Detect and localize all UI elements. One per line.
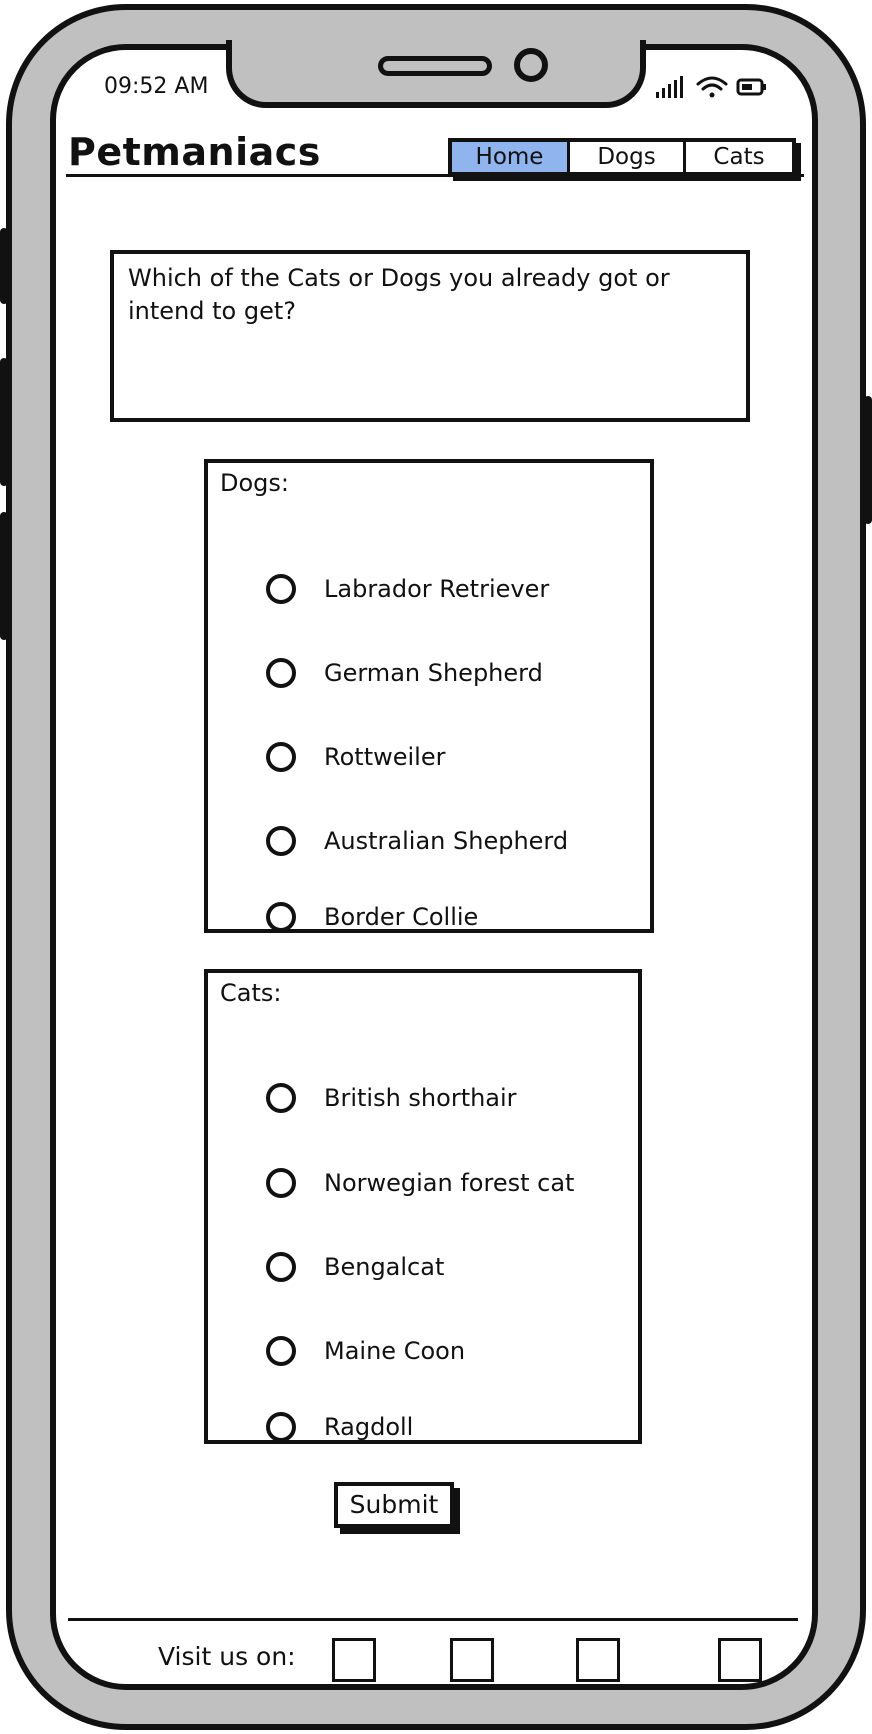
radio-button[interactable]	[266, 1083, 296, 1113]
footer-divider	[68, 1618, 798, 1621]
radio-button[interactable]	[266, 1168, 296, 1198]
side-button-left-2	[0, 358, 8, 486]
nav-dogs[interactable]: Dogs	[570, 142, 686, 172]
dogs-group-label: Dogs:	[220, 469, 289, 497]
side-button-left-3	[0, 512, 8, 640]
dog-option[interactable]: Border Collie	[266, 902, 479, 932]
radio-button[interactable]	[266, 1252, 296, 1282]
option-label: Norwegian forest cat	[324, 1169, 575, 1197]
option-label: Maine Coon	[324, 1337, 466, 1365]
social-link-2[interactable]	[450, 1638, 494, 1682]
radio-button[interactable]	[266, 658, 296, 688]
radio-button[interactable]	[266, 826, 296, 856]
signal-icon	[656, 76, 683, 98]
wifi-icon	[696, 76, 728, 98]
social-link-4[interactable]	[718, 1638, 762, 1682]
option-label: British shorthair	[324, 1084, 517, 1112]
front-camera	[514, 48, 548, 82]
status-time: 09:52 AM	[104, 74, 209, 99]
cat-option[interactable]: Ragdoll	[266, 1412, 414, 1442]
radio-button[interactable]	[266, 742, 296, 772]
cats-group-label: Cats:	[220, 979, 282, 1007]
nav-home[interactable]: Home	[452, 142, 570, 172]
radio-button[interactable]	[266, 902, 296, 932]
cats-radio-group: Cats: British shorthair Norwegian forest…	[204, 969, 642, 1444]
dog-option[interactable]: Australian Shepherd	[266, 821, 568, 861]
dog-option[interactable]: Labrador Retriever	[266, 569, 549, 609]
radio-button[interactable]	[266, 1412, 296, 1442]
social-link-3[interactable]	[576, 1638, 620, 1682]
header-divider	[66, 174, 804, 177]
option-label: Labrador Retriever	[324, 575, 550, 603]
top-nav: Home Dogs Cats	[448, 138, 796, 176]
battery-icon	[736, 78, 766, 96]
option-label: German Shepherd	[324, 659, 543, 687]
dog-option[interactable]: Rottweiler	[266, 737, 445, 777]
status-icons	[656, 76, 766, 98]
cat-option[interactable]: Bengalcat	[266, 1247, 444, 1287]
option-label: Border Collie	[324, 903, 479, 931]
radio-button[interactable]	[266, 574, 296, 604]
cat-option[interactable]: Norwegian forest cat	[266, 1163, 574, 1203]
social-link-1[interactable]	[332, 1638, 376, 1682]
visit-us-label: Visit us on:	[158, 1642, 296, 1671]
side-button-left-1	[0, 228, 8, 304]
submit-button[interactable]: Submit	[334, 1482, 454, 1528]
dogs-radio-group: Dogs: Labrador Retriever German Shepherd…	[204, 459, 654, 933]
option-label: Ragdoll	[324, 1413, 414, 1441]
nav-cats[interactable]: Cats	[686, 142, 792, 172]
option-label: Australian Shepherd	[324, 827, 569, 855]
radio-button[interactable]	[266, 1336, 296, 1366]
question-text: Which of the Cats or Dogs you already go…	[110, 250, 750, 422]
speaker-grille	[378, 56, 492, 76]
option-label: Rottweiler	[324, 743, 446, 771]
dog-option[interactable]: German Shepherd	[266, 653, 543, 693]
cat-option[interactable]: Maine Coon	[266, 1331, 465, 1371]
brand-title: Petmaniacs	[68, 130, 321, 174]
option-label: Bengalcat	[324, 1253, 445, 1281]
side-button-right	[864, 396, 872, 524]
cat-option[interactable]: British shorthair	[266, 1078, 517, 1118]
